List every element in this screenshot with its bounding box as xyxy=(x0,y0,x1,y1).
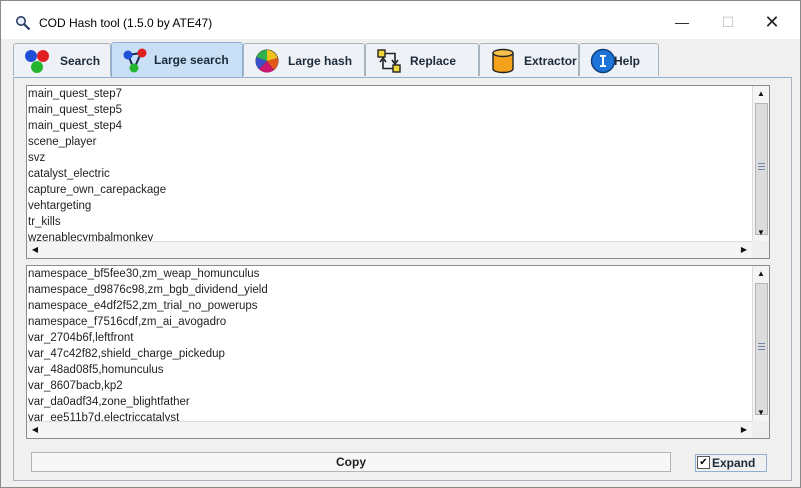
scroll-corner xyxy=(752,421,769,438)
large-search-icon xyxy=(123,48,147,73)
output-text-area[interactable]: namespace_bf5fee30,zm_weap_homunculusnam… xyxy=(26,265,770,439)
tab-label: Large hash xyxy=(288,54,353,68)
text-line: var_2704b6f,leftfront xyxy=(28,332,134,344)
output-scroll-thumb[interactable] xyxy=(755,283,768,415)
window-title: COD Hash tool (1.5.0 by ATE47) xyxy=(39,16,213,30)
app-window: COD Hash tool (1.5.0 by ATE47) — ☐ ✕ Sea… xyxy=(0,0,801,488)
thumb-grip xyxy=(758,169,765,170)
text-line: var_da0adf34,zone_blightfather xyxy=(28,396,190,408)
scroll-right-arrow[interactable]: ▶ xyxy=(736,242,752,258)
scroll-down-arrow[interactable]: ▼ xyxy=(753,405,769,421)
scroll-left-arrow[interactable]: ◀ xyxy=(27,242,43,258)
scroll-up-arrow[interactable]: ▲ xyxy=(753,86,769,102)
tab-search[interactable]: Search xyxy=(13,43,111,76)
scroll-down-arrow[interactable]: ▼ xyxy=(753,225,769,241)
text-line: main_quest_step7 xyxy=(28,88,122,100)
text-line: capture_own_carepackage xyxy=(28,184,167,196)
scroll-left-arrow[interactable]: ◀ xyxy=(27,422,43,438)
input-scroll-thumb[interactable] xyxy=(755,103,768,235)
input-text-area[interactable]: main_quest_step7 main_quest_step5 main_que… xyxy=(26,85,770,259)
minimize-button[interactable]: — xyxy=(659,7,705,37)
text-line: wzenablecymbalmonkey xyxy=(28,232,154,241)
tab-extractor[interactable]: Extractor xyxy=(479,43,579,76)
output-lines[interactable]: namespace_bf5fee30,zm_weap_homunculusnam… xyxy=(27,266,752,421)
close-button[interactable]: ✕ xyxy=(749,7,795,37)
tab-large-hash[interactable]: Large hash xyxy=(243,43,365,76)
text-line: var_ee511b7d,electriccatalyst xyxy=(28,412,180,421)
text-line: namespace_bf5fee30,zm_weap_homunculus xyxy=(28,268,260,280)
expand-check-box[interactable]: ✔ xyxy=(697,456,710,469)
text-line: main_quest_step4 xyxy=(28,120,122,132)
title-bar: COD Hash tool (1.5.0 by ATE47) — ☐ ✕ xyxy=(1,1,800,39)
thumb-grip xyxy=(758,349,765,350)
thumb-grip xyxy=(758,346,765,347)
text-line: var_8607bacb,kp2 xyxy=(28,380,123,392)
scroll-up-arrow[interactable]: ▲ xyxy=(753,266,769,282)
text-line: var_47c42f82,shield_charge_pickedup xyxy=(28,348,225,360)
expand-checkbox[interactable]: ✔ Expand xyxy=(695,454,767,472)
copy-button[interactable]: Copy xyxy=(31,452,671,472)
maximize-button[interactable]: ☐ xyxy=(705,7,751,37)
text-line: namespace_f7516cdf,zm_ai_avogadro xyxy=(28,316,227,328)
input-lines[interactable]: main_quest_step7 main_quest_step5 main_que… xyxy=(27,86,752,241)
tab-large-search[interactable]: Large search xyxy=(111,42,243,77)
replace-icon xyxy=(377,49,401,73)
tab-label: Extractor xyxy=(524,54,577,68)
app-magnifier-icon xyxy=(16,16,31,31)
large-search-panel: main_quest_step7 main_quest_step5 main_que… xyxy=(13,77,792,481)
thumb-grip xyxy=(758,166,765,167)
thumb-grip xyxy=(758,163,765,164)
text-line: main_quest_step5 xyxy=(28,104,122,116)
tab-label: Search xyxy=(60,54,101,68)
search-icon xyxy=(25,50,49,73)
large-hash-icon xyxy=(255,49,279,73)
text-line: namespace_e4df2f52,zm_trial_no_powerups xyxy=(28,300,258,312)
tab-help[interactable]: Help xyxy=(579,43,659,76)
input-horizontal-scrollbar[interactable]: ◀ ▶ xyxy=(27,241,752,258)
text-line: vehtargeting xyxy=(28,200,92,212)
output-vertical-scrollbar[interactable]: ▲ ▼ xyxy=(752,266,769,421)
input-vertical-scrollbar[interactable]: ▲ ▼ xyxy=(752,86,769,241)
output-horizontal-scrollbar[interactable]: ◀ ▶ xyxy=(27,421,752,438)
tab-label: Large search xyxy=(154,53,229,67)
scroll-right-arrow[interactable]: ▶ xyxy=(736,422,752,438)
text-line: svz xyxy=(28,152,46,164)
help-icon xyxy=(590,48,616,74)
text-line: var_48ad08f5,homunculus xyxy=(28,364,164,376)
text-line: catalyst_electric xyxy=(28,168,110,180)
text-line: scene_player xyxy=(28,136,97,148)
tab-label: Replace xyxy=(410,54,457,68)
tab-label: Help xyxy=(614,54,641,68)
extractor-icon xyxy=(492,48,514,74)
text-line: namespace_d9876c98,zm_bgb_dividend_yield xyxy=(28,284,268,296)
text-line: tr_kills xyxy=(28,216,61,228)
expand-label: Expand xyxy=(712,456,756,470)
tab-replace[interactable]: Replace xyxy=(365,43,479,76)
thumb-grip xyxy=(758,343,765,344)
scroll-corner xyxy=(752,241,769,258)
